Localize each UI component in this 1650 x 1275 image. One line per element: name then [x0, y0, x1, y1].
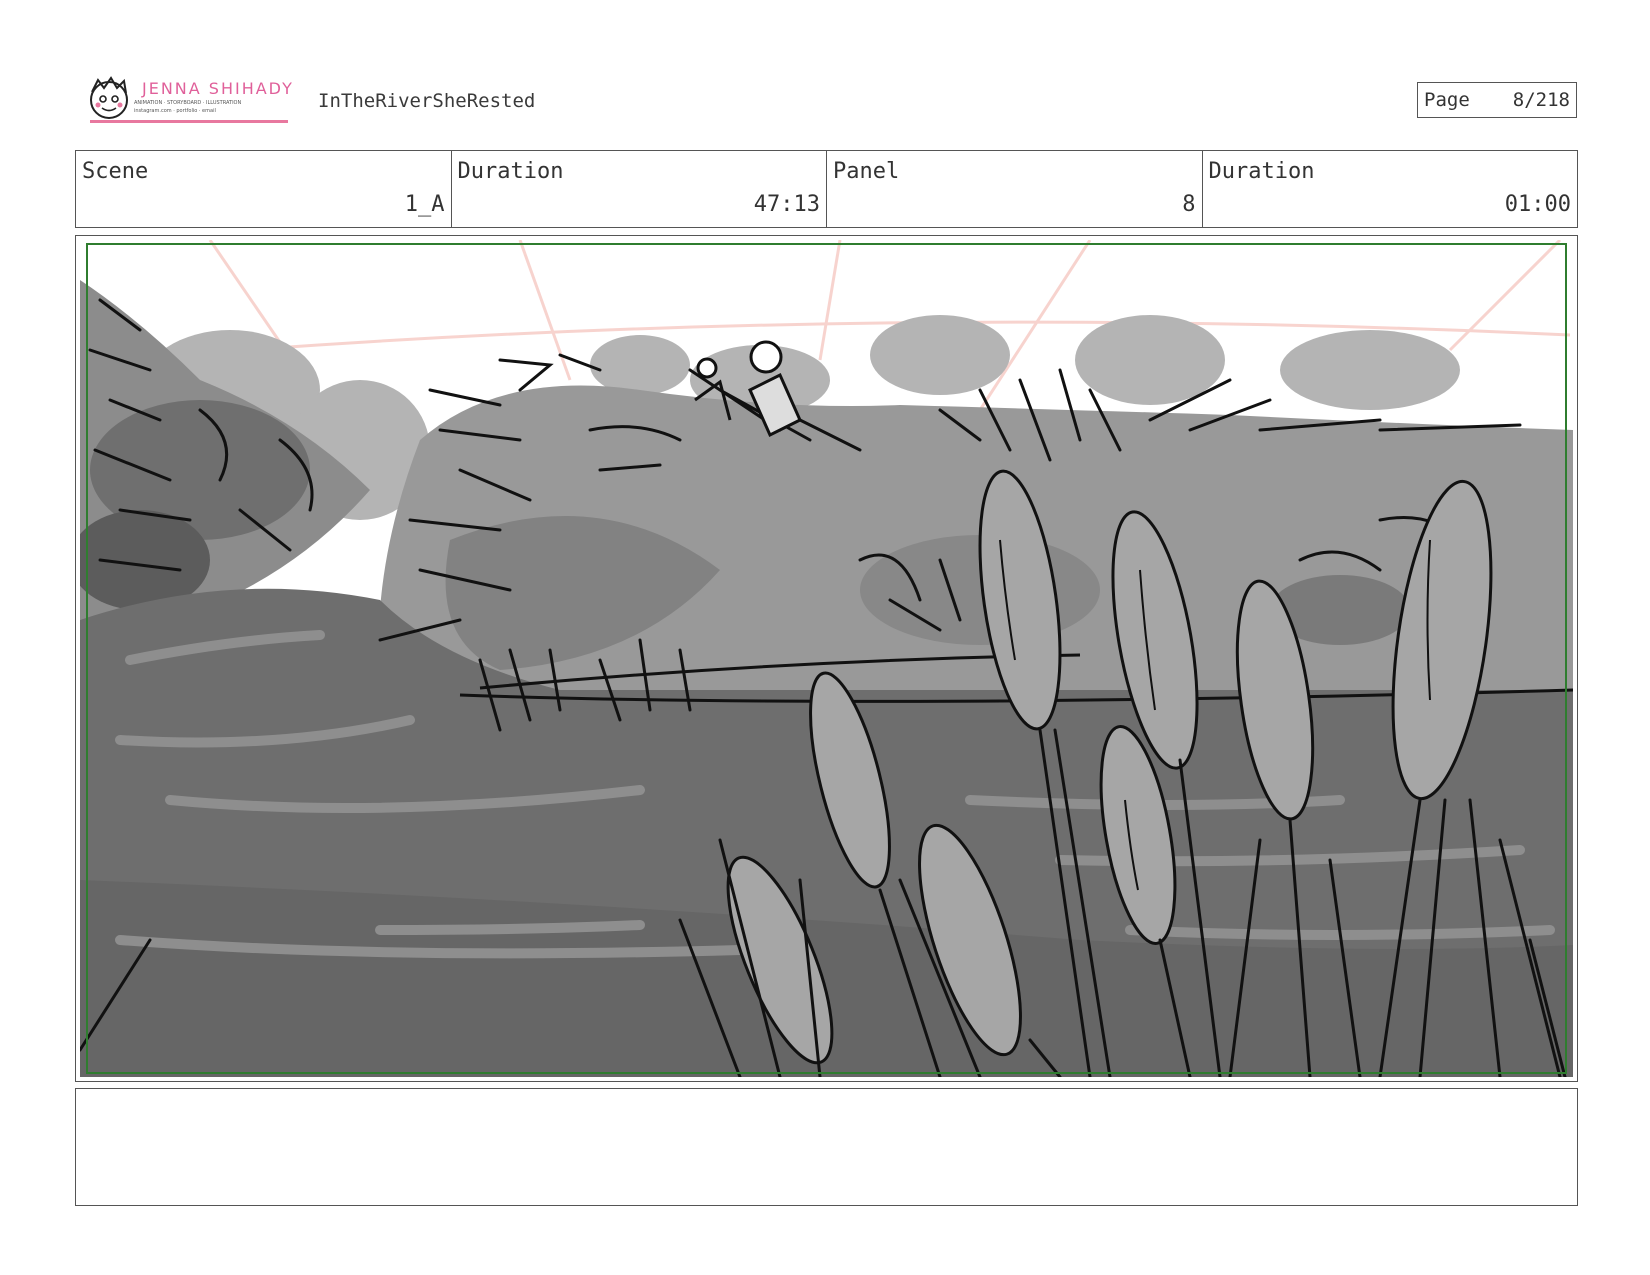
panel-notes-box — [75, 1088, 1578, 1206]
page-number: 8/218 — [1512, 89, 1570, 111]
logo-name: JENNA SHIHADY — [142, 79, 294, 98]
storyboard-frame — [75, 235, 1578, 1082]
scene-duration-value: 47:13 — [753, 192, 820, 217]
page-label: Page — [1424, 89, 1470, 111]
face-doodle-icon — [90, 76, 128, 119]
logo-tagline: ANIMATION · STORYBOARD · ILLUSTRATION — [134, 100, 242, 106]
scene-value: 1_A — [404, 192, 445, 217]
scene-cell: Scene 1_A — [76, 151, 452, 227]
page-indicator: Page 8/218 — [1417, 82, 1577, 118]
panel-info-table: Scene 1_A Duration 47:13 Panel 8 Duratio… — [75, 150, 1578, 228]
panel-label: Panel — [833, 159, 900, 184]
logo-contact: instagram.com · portfolio · email — [134, 108, 216, 114]
panel-duration-value: 01:00 — [1504, 192, 1571, 217]
artist-logo: JENNA SHIHADY ANIMATION · STORYBOARD · I… — [84, 76, 292, 126]
panel-value: 8 — [1182, 192, 1196, 217]
safe-area-border — [86, 243, 1567, 1074]
panel-duration-label: Duration — [1208, 159, 1315, 184]
panel-cell: Panel 8 — [827, 151, 1203, 227]
scene-label: Scene — [82, 159, 149, 184]
project-title: InTheRiverSheRested — [318, 90, 536, 112]
logo-underline — [90, 120, 288, 123]
scene-duration-cell: Duration 47:13 — [452, 151, 827, 227]
scene-duration-label: Duration — [457, 159, 564, 184]
panel-duration-cell: Duration 01:00 — [1203, 151, 1578, 227]
